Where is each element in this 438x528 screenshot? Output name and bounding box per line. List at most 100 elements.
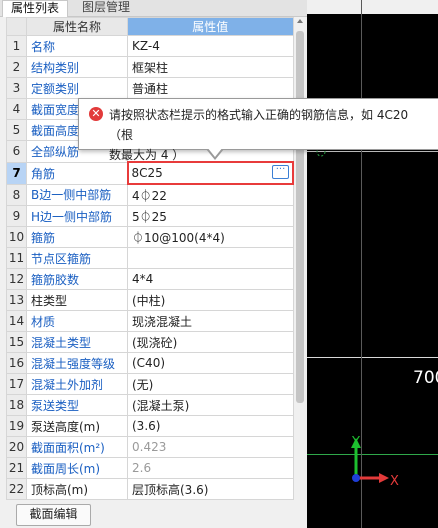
table-row[interactable]: 14 材质 现浇混凝土 xyxy=(6,310,294,332)
row-value[interactable]: (无) xyxy=(127,373,294,395)
corner-rebar-value[interactable]: 8C25 xyxy=(132,166,163,180)
row-index: 13 xyxy=(6,289,27,311)
ellipsis-icon[interactable]: ··· xyxy=(272,165,289,179)
row-name: 截面面积(m²) xyxy=(26,436,128,458)
row-name: 截面周长(m) xyxy=(26,457,128,479)
table-row[interactable]: 1 名称 KZ-4 xyxy=(6,35,294,57)
row-name: 箍筋 xyxy=(26,226,128,248)
row-value: 0.423 xyxy=(127,436,294,458)
row-value[interactable]: (C40) xyxy=(127,352,294,374)
origin-dot xyxy=(352,474,360,482)
row-index: 4 xyxy=(6,98,27,120)
row-value[interactable]: ⏀10@100(4*4) xyxy=(127,226,294,248)
drawing-canvas[interactable]: 700 Y X xyxy=(307,0,438,528)
table-row[interactable]: 19 泵送高度(m) (3.6) xyxy=(6,415,294,437)
table-row[interactable]: 22 顶标高(m) 层顶标高(3.6) xyxy=(6,478,294,500)
row-value[interactable]: (混凝土泵) xyxy=(127,394,294,416)
row-value[interactable]: 框架柱 xyxy=(127,56,294,78)
row-value[interactable]: KZ-4 xyxy=(127,35,294,57)
row-index: 8 xyxy=(6,183,27,206)
y-axis-label: Y xyxy=(351,435,360,450)
table-row[interactable]: 8 B边一侧中部筋 4⏀22 xyxy=(6,183,294,206)
corner-rebar-input[interactable]: 8C25 ··· xyxy=(126,161,294,185)
table-row[interactable]: 16 混凝土强度等级 (C40) xyxy=(6,352,294,374)
row-index: 19 xyxy=(6,415,27,437)
table-row[interactable]: 21 截面周长(m) 2.6 xyxy=(6,457,294,479)
table-row[interactable]: 20 截面面积(m²) 0.423 xyxy=(6,436,294,458)
row-name: 结构类别 xyxy=(26,56,128,78)
scrollbar-thumb[interactable] xyxy=(296,31,304,403)
header-name[interactable]: 属性名称 xyxy=(26,17,128,36)
row-value[interactable]: 普通柱 xyxy=(127,77,294,99)
tab-properties[interactable]: 属性列表 xyxy=(2,0,69,17)
error-tooltip: ✕ 请按照状态栏提示的格式输入正确的钢筋信息，如 4C20 （根 数最大为 4 … xyxy=(78,98,438,162)
table-row[interactable]: 2 结构类别 框架柱 xyxy=(6,56,294,78)
row-value: 2.6 xyxy=(127,457,294,479)
row-name: 定额类别 xyxy=(26,77,128,99)
header-value[interactable]: 属性值 xyxy=(127,17,294,36)
table-row[interactable]: 10 箍筋 ⏀10@100(4*4) xyxy=(6,226,294,248)
error-icon: ✕ xyxy=(89,107,103,121)
table-row-selected[interactable]: 7 角筋 8C25 ··· xyxy=(6,161,294,185)
vertical-scrollbar[interactable] xyxy=(294,17,306,505)
row-value[interactable]: 5⏀25 xyxy=(127,205,294,227)
row-index: 14 xyxy=(6,310,27,332)
row-value[interactable]: 4*4 xyxy=(127,268,294,290)
row-name: 混凝土外加剂 xyxy=(26,373,128,395)
row-value[interactable]: (现浇砼) xyxy=(127,331,294,353)
table-row[interactable]: 9 H边一侧中部筋 5⏀25 xyxy=(6,205,294,227)
row-value[interactable]: 层顶标高(3.6) xyxy=(127,478,294,500)
axis-gizmo-icon: Y X xyxy=(316,147,399,489)
grid-header: 属性名称 属性值 xyxy=(6,17,294,36)
row-value[interactable]: (中柱) xyxy=(127,289,294,311)
table-row[interactable]: 15 混凝土类型 (现浇砼) xyxy=(6,331,294,353)
row-index: 1 xyxy=(6,35,27,57)
scroll-up-icon[interactable] xyxy=(297,19,303,23)
bottom-toolbar: 截面编辑 xyxy=(0,500,307,528)
row-index: 10 xyxy=(6,226,27,248)
row-name: 节点区箍筋 xyxy=(26,247,128,269)
row-name: 泵送类型 xyxy=(26,394,128,416)
table-row[interactable]: 18 泵送类型 (混凝土泵) xyxy=(6,394,294,416)
table-row[interactable]: 13 柱类型 (中柱) xyxy=(6,289,294,311)
row-index: 18 xyxy=(6,394,27,416)
row-name: 角筋 xyxy=(26,161,128,185)
row-name: 箍筋胶数 xyxy=(26,268,128,290)
table-row[interactable]: 12 箍筋胶数 4*4 xyxy=(6,268,294,290)
row-index: 7 xyxy=(6,161,27,185)
row-name: 顶标高(m) xyxy=(26,478,128,500)
property-grid: 属性名称 属性值 1 名称 KZ-4 2 结构类别 框架柱 3 定额类别 普通柱 4 截面宽度… xyxy=(6,17,294,500)
row-value[interactable] xyxy=(127,247,294,269)
row-index: 6 xyxy=(6,140,27,163)
tab-layers[interactable]: 图层管理 xyxy=(74,0,138,16)
row-index: 21 xyxy=(6,457,27,479)
header-index xyxy=(6,17,27,36)
row-index: 3 xyxy=(6,77,27,99)
tooltip-caret-fill xyxy=(207,147,223,157)
row-index: 17 xyxy=(6,373,27,395)
row-value[interactable]: 现浇混凝土 xyxy=(127,310,294,332)
row-index: 2 xyxy=(6,56,27,78)
row-value[interactable]: 4⏀22 xyxy=(127,183,294,206)
table-row[interactable]: 11 节点区箍筋 xyxy=(6,247,294,269)
row-index: 11 xyxy=(6,247,27,269)
row-name: B边一侧中部筋 xyxy=(26,183,128,206)
x-axis-arrow xyxy=(379,473,389,483)
row-index: 9 xyxy=(6,205,27,227)
row-name: 材质 xyxy=(26,310,128,332)
row-name: 泵送高度(m) xyxy=(26,415,128,437)
section-edit-button[interactable]: 截面编辑 xyxy=(16,504,91,526)
row-name: H边一侧中部筋 xyxy=(26,205,128,227)
row-index: 16 xyxy=(6,352,27,374)
panel-tabs: 属性列表 图层管理 xyxy=(0,0,307,17)
row-name: 混凝土类型 xyxy=(26,331,128,353)
row-index: 20 xyxy=(6,436,27,458)
row-name: 混凝土强度等级 xyxy=(26,352,128,374)
error-message: 请按照状态栏提示的格式输入正确的钢筋信息，如 4C20 （根 数最大为 4 ） xyxy=(109,108,409,162)
table-row[interactable]: 17 混凝土外加剂 (无) xyxy=(6,373,294,395)
row-index: 22 xyxy=(6,478,27,500)
x-axis-label: X xyxy=(390,474,399,489)
table-row[interactable]: 3 定额类别 普通柱 xyxy=(6,77,294,99)
row-value[interactable]: (3.6) xyxy=(127,415,294,437)
row-name: 名称 xyxy=(26,35,128,57)
